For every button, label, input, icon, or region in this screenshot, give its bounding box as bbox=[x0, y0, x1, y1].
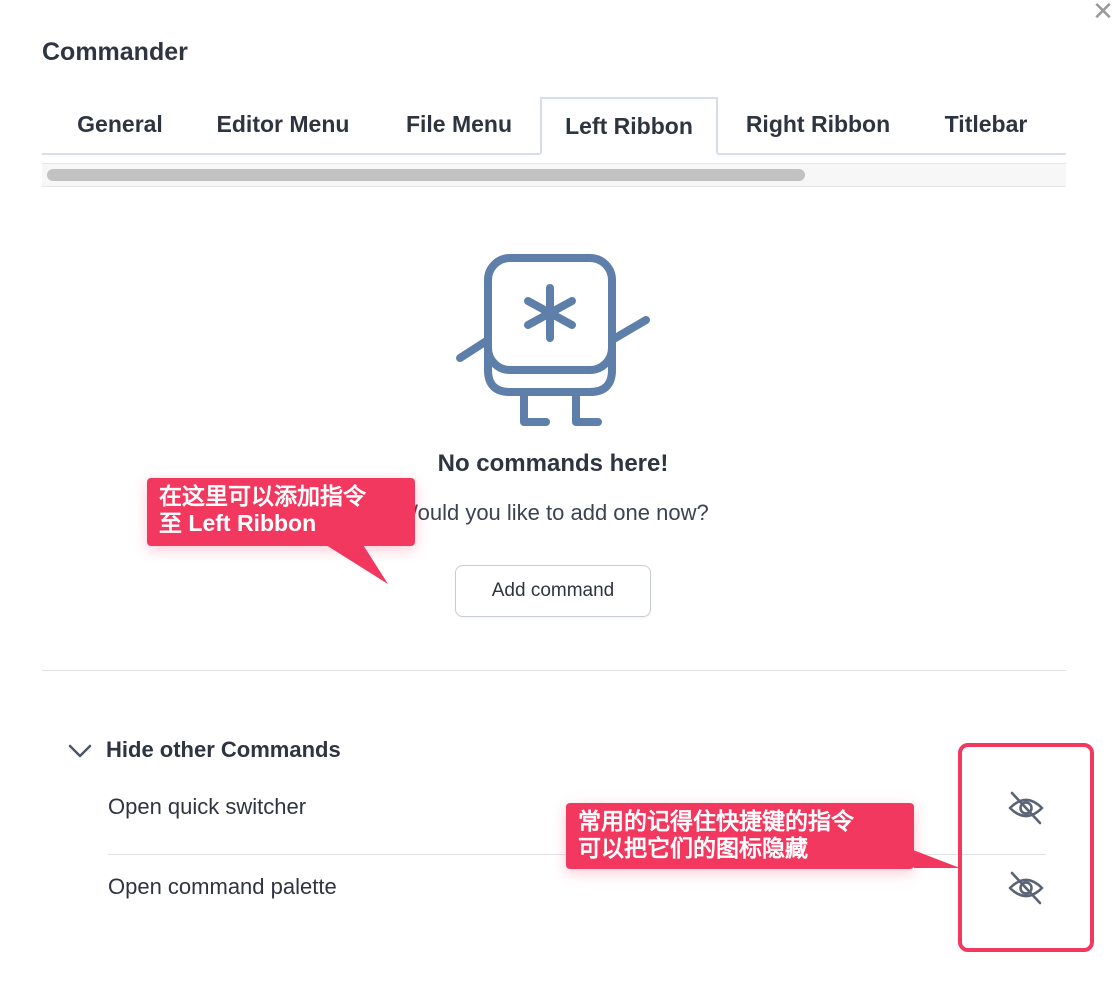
annotation-line: 至 Left Ribbon bbox=[159, 510, 317, 536]
annotation-line: 常用的记得住快捷键的指令 bbox=[578, 808, 854, 834]
highlight-box bbox=[958, 743, 1094, 952]
annotation-callout: 在这里可以添加指令 至 Left Ribbon bbox=[147, 478, 415, 546]
annotation-callout: 常用的记得住快捷键的指令 可以把它们的图标隐藏 bbox=[566, 803, 914, 869]
annotation-line: 在这里可以添加指令 bbox=[159, 483, 366, 509]
annotation-line: 可以把它们的图标隐藏 bbox=[578, 835, 808, 861]
